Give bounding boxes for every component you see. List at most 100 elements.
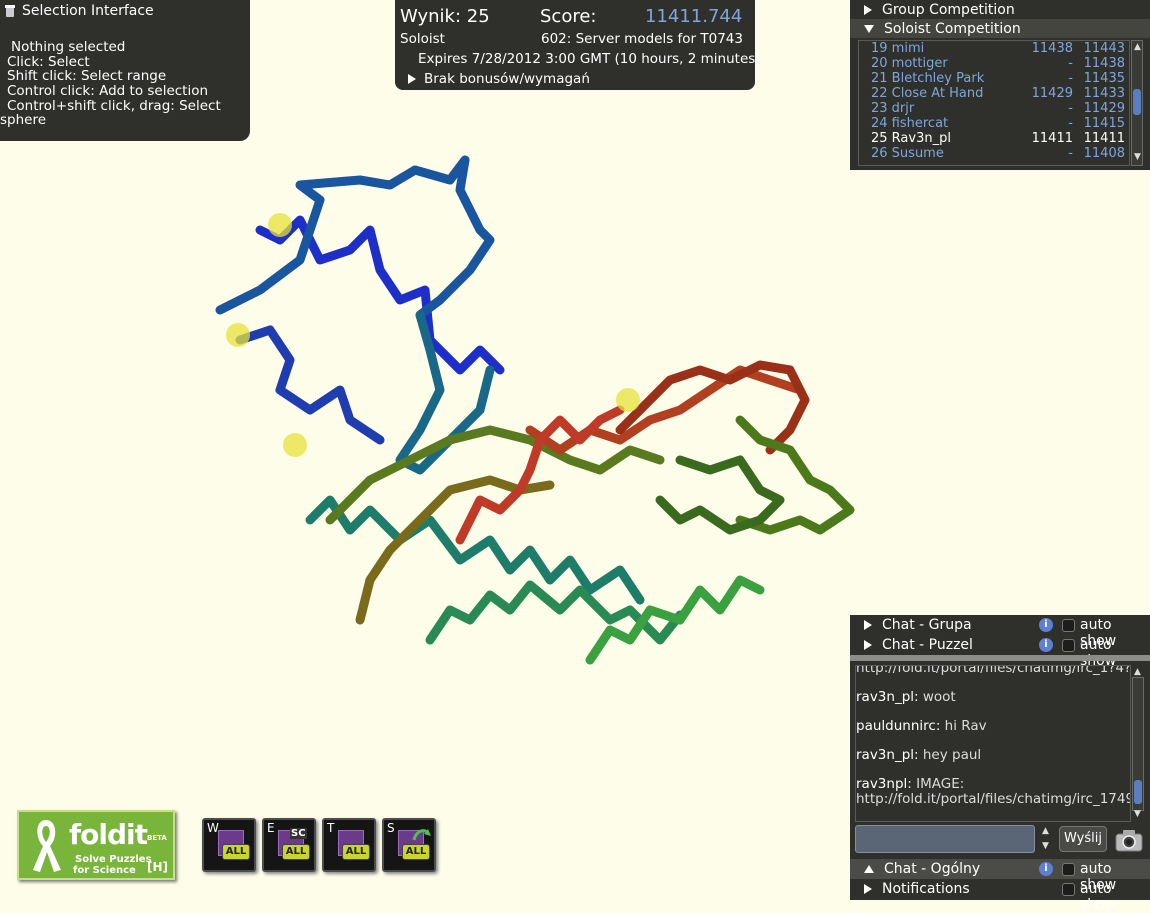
ribbon-icon xyxy=(33,820,61,872)
shake-arrow-icon xyxy=(412,829,431,841)
collapse-arrow-icon xyxy=(864,24,874,33)
leaderboard-c2: 11443 xyxy=(1083,41,1125,56)
backbone-segment[interactable] xyxy=(655,455,785,535)
chat-message: rav3n_pl: woot xyxy=(856,689,956,705)
auto-show-checkbox[interactable] xyxy=(1062,863,1075,876)
selection-interface-header[interactable]: Selection Interface xyxy=(4,3,154,19)
chat-grupa-label: Chat - Grupa xyxy=(882,617,972,633)
info-icon[interactable]: i xyxy=(1039,862,1053,876)
collapse-arrow-icon xyxy=(864,865,874,873)
leaderboard-row[interactable]: 22 Close At Hand 11429 11433 xyxy=(859,86,1129,101)
scroll-up-icon[interactable]: ▲ xyxy=(1134,42,1141,52)
auto-show-checkbox[interactable] xyxy=(1062,619,1075,632)
hotkey-label: T xyxy=(327,821,335,835)
expiry-text: Expires 7/28/2012 3:00 GMT (10 hours, 2 … xyxy=(418,51,761,67)
selection-interface-panel: Selection Interface Nothing selected Cli… xyxy=(0,0,250,141)
expand-arrow-icon xyxy=(864,640,872,650)
selection-status: Nothing selected xyxy=(11,39,126,55)
soloist-competition-toggle[interactable]: Soloist Competition xyxy=(850,19,1150,38)
score-value: 11411.744 xyxy=(645,6,743,27)
leaderboard-c2: 11433 xyxy=(1083,86,1125,101)
leaderboard-c2: 11429 xyxy=(1083,101,1125,116)
backbone-segment[interactable] xyxy=(235,325,385,445)
rank-label: Wynik: 25 xyxy=(400,6,490,27)
leaderboard-list[interactable]: 19 mimi 11438 11443 20 mottiger -11438 21 Ble… xyxy=(858,40,1130,166)
camera-icon[interactable] xyxy=(1114,825,1144,855)
backbone-segment[interactable] xyxy=(255,215,505,375)
scroll-thumb[interactable] xyxy=(1134,780,1142,804)
expand-arrow-icon xyxy=(864,620,872,630)
leaderboard-rank: 26 Susume xyxy=(871,146,944,161)
leaderboard-row[interactable]: 23 drjr -11429 xyxy=(859,101,1129,116)
sc-label: SC xyxy=(290,828,307,839)
all-badge: ALL xyxy=(282,844,310,860)
disulfide-highlight[interactable] xyxy=(616,388,640,412)
leaderboard-c2: 11411 xyxy=(1083,131,1125,146)
leaderboard-rank: 19 mimi xyxy=(871,41,925,56)
bucket-icon xyxy=(5,5,15,17)
mode-label: Soloist xyxy=(400,31,445,47)
competition-panel: Group Competition Soloist Competition 19… xyxy=(850,0,1150,170)
bonus-toggle[interactable]: Brak bonusów/wymagań xyxy=(408,71,590,87)
chat-link[interactable]: http://fold.it/portal/files/chatimg/irc_… xyxy=(856,791,1130,807)
auto-show-checkbox[interactable] xyxy=(1062,639,1075,652)
info-icon[interactable]: i xyxy=(1039,638,1053,652)
history-down-icon[interactable]: ▼ xyxy=(1042,841,1049,851)
chat-message: rav3n_pl: hey paul xyxy=(856,747,981,763)
leaderboard-row[interactable]: 26 Susume -11408 xyxy=(859,146,1129,161)
hotkey-label: E xyxy=(267,821,275,835)
leaderboard-row[interactable]: 24 fishercat -11415 xyxy=(859,116,1129,131)
all-badge: ALL xyxy=(222,844,250,860)
disulfide-highlight[interactable] xyxy=(268,213,292,237)
send-button[interactable]: Wyślij xyxy=(1059,826,1107,852)
leaderboard-rank: 23 drjr xyxy=(871,101,915,116)
backbone-segment[interactable] xyxy=(215,155,495,320)
group-competition-toggle[interactable]: Group Competition xyxy=(850,0,1150,19)
chat-ogolny-label: Chat - Ogólny xyxy=(884,861,981,877)
disulfide-highlight[interactable] xyxy=(226,323,250,347)
chat-text: IMAGE: xyxy=(911,776,965,792)
leaderboard-row[interactable]: 20 mottiger -11438 xyxy=(859,56,1129,71)
backbone-segment[interactable] xyxy=(735,415,855,535)
disulfide-highlight[interactable] xyxy=(283,433,307,457)
sidechain-all-button[interactable]: E SC ALL xyxy=(262,818,316,872)
leaderboard-c1: 11429 xyxy=(1031,86,1073,101)
scroll-down-icon[interactable]: ▼ xyxy=(1134,809,1141,819)
leaderboard-rank: 22 Close At Hand xyxy=(871,86,984,101)
all-badge: ALL xyxy=(342,844,370,860)
logo-beta: BETA xyxy=(147,834,167,842)
scroll-down-icon[interactable]: ▼ xyxy=(1134,152,1141,162)
scroll-up-icon[interactable]: ▲ xyxy=(1134,667,1141,677)
help-line: Control click: Add to selection xyxy=(7,83,209,99)
leaderboard-c2: 11408 xyxy=(1083,146,1125,161)
shake-all-button[interactable]: S ALL xyxy=(382,818,436,872)
soloist-competition-label: Soloist Competition xyxy=(884,20,1021,37)
info-icon[interactable]: i xyxy=(1039,618,1053,632)
foldit-logo-button[interactable]: foldit BETA Solve Puzzles for Science [H… xyxy=(17,810,175,880)
protein-viewport[interactable] xyxy=(200,140,870,700)
tweak-all-button[interactable]: T ALL xyxy=(322,818,376,872)
hotkey-label: S xyxy=(387,821,395,835)
chat-input[interactable] xyxy=(855,825,1035,853)
leaderboard-c2: 11415 xyxy=(1083,116,1125,131)
wiggle-all-button[interactable]: W ALL xyxy=(202,818,256,872)
auto-show-checkbox[interactable] xyxy=(1062,883,1075,896)
backbone-segment[interactable] xyxy=(425,580,685,645)
chat-message: rav3npl: IMAGE: xyxy=(856,776,964,792)
leaderboard-scrollbar[interactable] xyxy=(1131,40,1143,166)
chat-scrollbar[interactable] xyxy=(1132,677,1144,811)
score-panel: Wynik: 25 Score: 11411.744 Soloist 602: … xyxy=(395,0,761,90)
protein-backbone[interactable] xyxy=(215,155,855,665)
history-up-icon[interactable]: ▲ xyxy=(1042,826,1049,836)
resize-handle[interactable] xyxy=(850,655,1150,661)
leaderboard-c1: - xyxy=(1068,116,1073,131)
leaderboard-row[interactable]: 19 mimi 11438 11443 xyxy=(859,41,1129,56)
leaderboard-row[interactable]: 25 Rav3n_pl 11411 11411 xyxy=(859,131,1129,146)
leaderboard-rank: 21 Bletchley Park xyxy=(871,71,985,86)
scroll-thumb[interactable] xyxy=(1133,89,1141,115)
chat-log[interactable]: http://fold.it/portal/files/chatimg/irc_… xyxy=(855,665,1131,822)
leaderboard-row[interactable]: 21 Bletchley Park -11435 xyxy=(859,71,1129,86)
chat-text: hey paul xyxy=(918,747,982,763)
chat-nick: pauldunnirc: xyxy=(856,718,941,734)
leaderboard-c1: 11411 xyxy=(1031,131,1073,146)
